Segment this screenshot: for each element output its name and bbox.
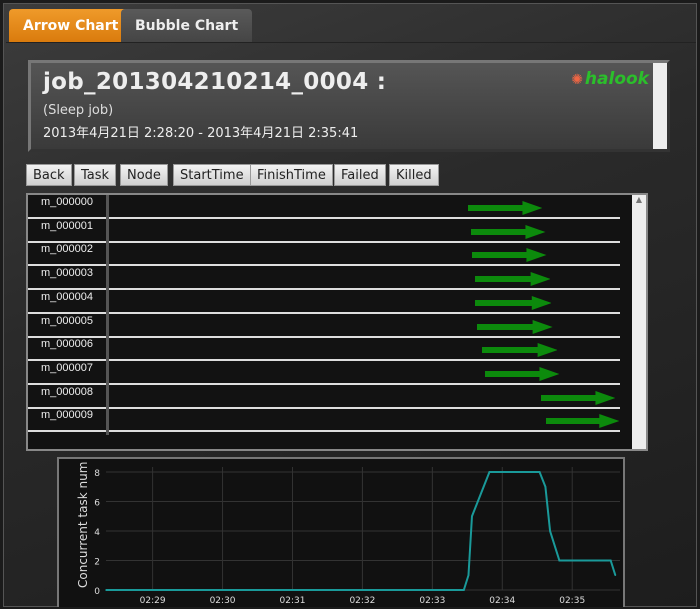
task-row[interactable]: m_000008 (28, 385, 620, 409)
data-point (471, 515, 473, 518)
label-divider (106, 195, 109, 435)
task-row[interactable]: m_000001 (28, 219, 620, 243)
task-name: m_000009 (41, 409, 93, 422)
btn-killed[interactable]: Killed (389, 164, 439, 186)
x-tick-label: 02:35 (559, 596, 585, 606)
x-tick-label: 02:29 (140, 596, 166, 606)
data-point (105, 589, 107, 591)
task-name: m_000008 (41, 385, 93, 398)
y-tick-label: 6 (94, 499, 100, 509)
btn-starttime[interactable]: StartTime (173, 164, 251, 186)
task-row[interactable]: m_000002 (28, 242, 620, 267)
gear-icon: ✺ (571, 72, 583, 88)
x-tick-label: 02:32 (349, 596, 375, 606)
x-tick-label: 02:30 (210, 596, 236, 606)
task-arrow[interactable] (545, 414, 619, 429)
task-arrow[interactable] (472, 248, 547, 263)
task-row[interactable]: m_000003 (28, 266, 620, 291)
scroll-up-icon[interactable]: ▲ (632, 195, 646, 204)
task-row[interactable]: m_000004 (28, 290, 620, 314)
task-name: m_000004 (41, 290, 93, 303)
data-point (467, 574, 470, 577)
btn-failed[interactable]: Failed (334, 164, 386, 186)
job-header: job_201304210214_0004 : (Sleep job) 2013… (28, 60, 670, 152)
job-subtitle: (Sleep job) (43, 103, 114, 118)
job-title: job_201304210214_0004 : (43, 69, 387, 95)
task-name: m_000001 (41, 219, 93, 232)
tab-bubble-chart[interactable]: Bubble Chart (121, 9, 253, 43)
data-point (558, 559, 561, 562)
task-row[interactable]: m_000000 (28, 195, 620, 219)
x-tick-label: 02:34 (489, 596, 515, 606)
btn-task[interactable]: Task (74, 164, 117, 186)
task-arrow[interactable] (476, 319, 553, 334)
tab-arrow-chart[interactable]: Arrow Chart (9, 9, 133, 43)
x-tick-label: 02:33 (419, 596, 445, 606)
task-row[interactable]: m_000006 (28, 337, 620, 362)
data-point (609, 559, 612, 562)
x-tick-label: 02:31 (280, 596, 306, 606)
data-point (549, 530, 551, 532)
task-arrow[interactable] (471, 224, 546, 239)
task-row[interactable]: m_000005 (28, 314, 620, 338)
header-scrollbar[interactable] (653, 63, 667, 149)
halook-logo: ✺ halook (571, 69, 649, 89)
data-point (488, 471, 491, 473)
concurrency-chart: Concurrent task num 0 2 4 6 8 02:29 02:30 02:31… (57, 457, 625, 607)
data-point (614, 574, 617, 577)
task-name: m_000003 (41, 267, 93, 280)
task-arrow[interactable] (474, 295, 552, 310)
y-tick-label: 4 (94, 528, 100, 538)
job-time-range: 2013年4月21日 2:28:20 - 2013年4月21日 2:35:41 (43, 126, 359, 141)
task-name: m_000000 (41, 196, 93, 208)
btn-node[interactable]: Node (120, 164, 168, 186)
list-scrollbar[interactable]: ▲ (632, 195, 646, 449)
btn-finishtime[interactable]: FinishTime (250, 164, 333, 186)
task-row[interactable]: m_000009 (28, 408, 620, 433)
btn-back[interactable]: Back (26, 164, 72, 186)
y-tick-label: 8 (94, 469, 100, 479)
data-point (482, 485, 485, 488)
logo-text: halook (584, 69, 649, 89)
task-name: m_000005 (41, 314, 93, 327)
task-arrow[interactable] (467, 201, 543, 215)
task-arrow[interactable] (481, 343, 558, 358)
y-tick-label: 2 (94, 558, 100, 568)
data-point (538, 471, 541, 473)
task-name: m_000006 (41, 338, 93, 351)
task-name: m_000002 (41, 243, 93, 256)
task-arrow[interactable] (485, 366, 560, 381)
data-point (544, 485, 547, 488)
y-tick-label: 0 (94, 587, 100, 597)
task-arrow-list: m_000000 m_000001 m_000002 m_000003 m_000004… (26, 193, 648, 451)
task-row[interactable]: m_000007 (28, 361, 620, 385)
task-arrow[interactable] (474, 272, 551, 287)
tab-divider (6, 42, 696, 43)
task-name: m_000007 (41, 361, 93, 374)
data-point (463, 589, 465, 591)
task-arrow[interactable] (540, 390, 616, 405)
